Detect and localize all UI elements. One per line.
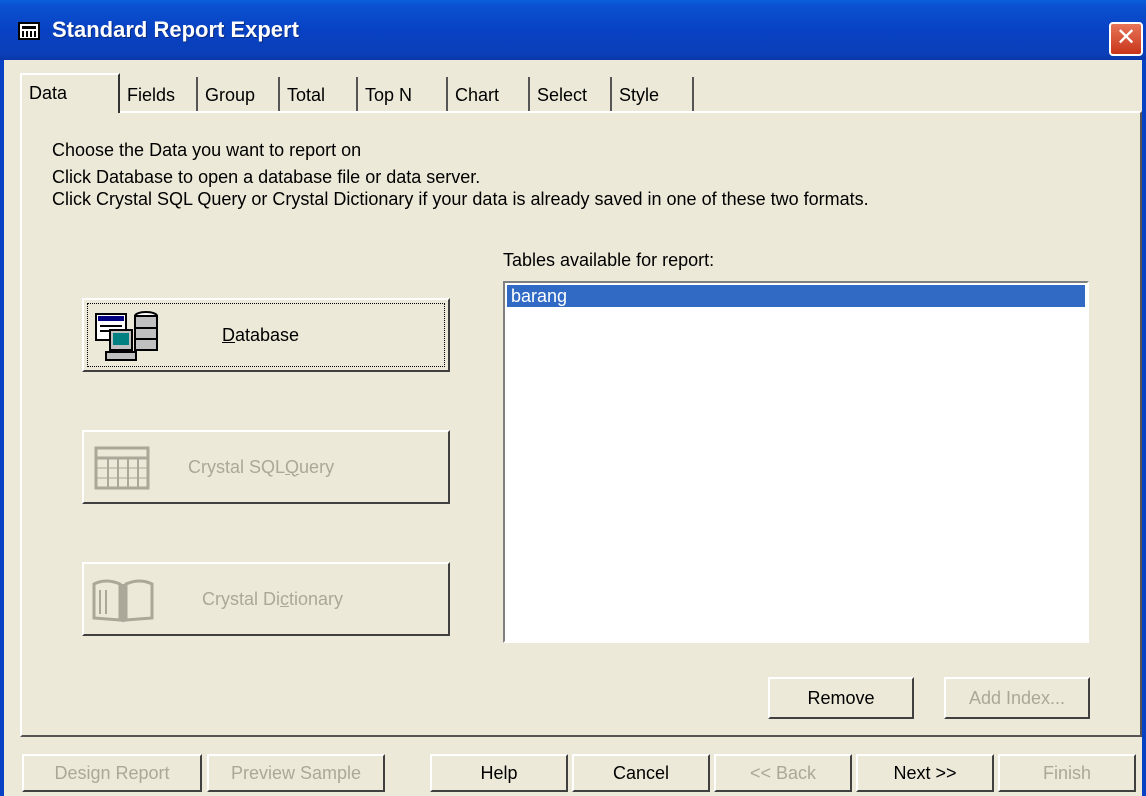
database-button-label: Database [222, 324, 300, 345]
next-button[interactable]: Next >> [856, 754, 994, 792]
preview-sample-button[interactable]: Preview Sample [207, 754, 385, 792]
design-report-button[interactable]: Design Report [22, 754, 202, 792]
app-icon [18, 22, 40, 40]
tab-label: Data [29, 83, 68, 103]
tab-label: Style [619, 85, 660, 105]
help-button[interactable]: Help [430, 754, 568, 792]
database-icon [95, 311, 158, 361]
crystal-sql-query-label: Crystal SQL Query [188, 456, 335, 477]
tab-label: Group [205, 85, 256, 105]
remove-button[interactable]: Remove [768, 677, 914, 719]
tab-group[interactable]: Group [198, 77, 280, 113]
tab-fields[interactable]: Fields [120, 77, 198, 113]
instruction-database: Click Database to open a database file o… [52, 167, 481, 187]
crystal-dictionary-button[interactable]: Crystal Di c tionary [82, 562, 450, 636]
instruction-crystal: Click Crystal SQL Query or Crystal Dicti… [52, 189, 869, 209]
database-button[interactable]: Database [82, 298, 450, 372]
window-title: Standard Report Expert [52, 17, 299, 42]
close-button[interactable]: ✕ [1109, 22, 1143, 56]
crystal-dictionary-label: Crystal Di c tionary [202, 588, 344, 609]
back-button[interactable]: << Back [714, 754, 852, 792]
list-item[interactable]: barang [507, 285, 1085, 307]
tab-label: Select [537, 85, 588, 105]
dictionary-icon [92, 579, 154, 622]
close-icon: ✕ [1115, 24, 1137, 51]
tab-total[interactable]: Total [280, 77, 358, 113]
tables-label: Tables available for report: [503, 250, 715, 270]
tab-label: Total [287, 85, 326, 105]
finish-button[interactable]: Finish [998, 754, 1136, 792]
add-index-button[interactable]: Add Index... [944, 677, 1090, 719]
tab-label: Top N [365, 85, 413, 105]
tables-listbox[interactable]: barang [503, 281, 1089, 643]
sql-query-icon [94, 446, 150, 490]
cancel-button[interactable]: Cancel [572, 754, 710, 792]
instruction-heading: Choose the Data you want to report on [52, 140, 362, 160]
tab-label: Fields [127, 85, 176, 105]
tab-data[interactable]: Data [20, 73, 120, 113]
tab-top-n[interactable]: Top N [358, 77, 448, 113]
tab-style[interactable]: Style [612, 77, 694, 113]
tab-chart[interactable]: Chart [448, 77, 530, 113]
title-bar: Standard Report Expert ✕ [0, 0, 1146, 60]
crystal-sql-query-button[interactable]: Crystal SQL Query [82, 430, 450, 504]
tab-select[interactable]: Select [530, 77, 612, 113]
tab-label: Chart [455, 85, 500, 105]
